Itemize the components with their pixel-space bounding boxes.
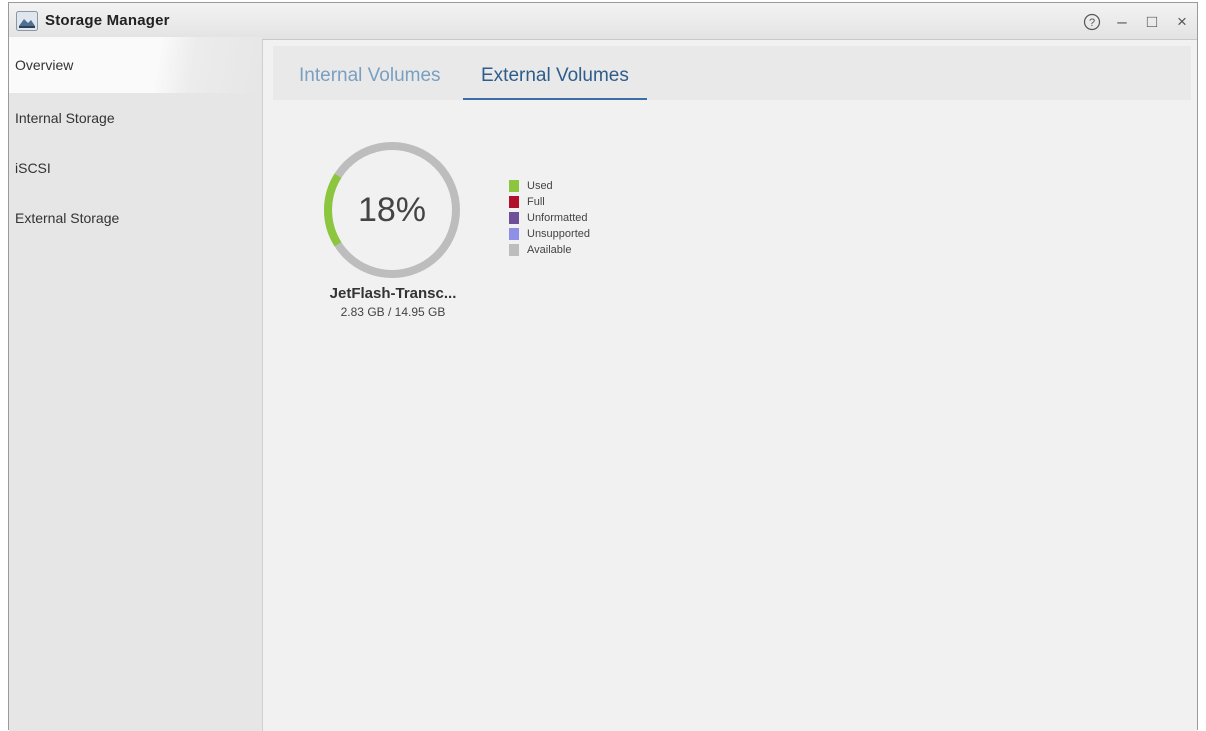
maximize-icon: □ bbox=[1146, 11, 1158, 31]
sidebar-item-label: iSCSI bbox=[15, 160, 51, 176]
tab-internal-volumes[interactable]: Internal Volumes bbox=[285, 46, 455, 100]
legend-swatch bbox=[509, 244, 519, 256]
legend-swatch bbox=[509, 180, 519, 192]
maximize-button[interactable]: □ bbox=[1137, 7, 1167, 37]
sidebar-item-external-storage[interactable]: External Storage bbox=[9, 193, 262, 243]
usage-percent: 18% bbox=[357, 191, 427, 229]
legend-item-unformatted: Unformatted bbox=[509, 211, 590, 225]
legend-label: Unformatted bbox=[527, 212, 588, 224]
title-bar[interactable]: Storage Manager ? – □ × bbox=[9, 3, 1197, 40]
help-button[interactable]: ? bbox=[1077, 7, 1107, 37]
legend-label: Available bbox=[527, 244, 572, 256]
sidebar-item-overview[interactable]: Overview bbox=[9, 37, 262, 93]
volume-tabs: Internal Volumes External Volumes bbox=[273, 46, 1191, 100]
legend-label: Full bbox=[527, 196, 545, 208]
storage-manager-window: Storage Manager ? – □ × Overview Interna… bbox=[8, 2, 1198, 731]
sidebar-item-label: Internal Storage bbox=[15, 110, 115, 126]
legend-item-used: Used bbox=[509, 179, 590, 193]
volume-size: 2.83 GB / 14.95 GB bbox=[340, 305, 446, 319]
close-button[interactable]: × bbox=[1167, 7, 1197, 37]
sidebar-item-internal-storage[interactable]: Internal Storage bbox=[9, 93, 262, 143]
minimize-button[interactable]: – bbox=[1107, 7, 1137, 37]
sidebar-item-label: Overview bbox=[15, 57, 74, 73]
sidebar-item-label: External Storage bbox=[15, 210, 120, 226]
legend-swatch bbox=[509, 228, 519, 240]
help-icon: ? bbox=[1083, 13, 1101, 30]
sidebar: Overview Internal Storage iSCSI External… bbox=[9, 37, 263, 731]
legend-item-available: Available bbox=[509, 243, 590, 257]
legend-item-unsupported: Unsupported bbox=[509, 227, 590, 241]
legend-item-full: Full bbox=[509, 195, 590, 209]
legend-swatch bbox=[509, 212, 519, 224]
legend-label: Used bbox=[527, 180, 553, 192]
window-controls: ? – □ × bbox=[1077, 3, 1197, 40]
legend-label: Unsupported bbox=[527, 228, 590, 240]
window-title: Storage Manager bbox=[45, 12, 170, 29]
tab-external-volumes[interactable]: External Volumes bbox=[463, 46, 647, 100]
main-content: Internal Volumes External Volumes 18% Je… bbox=[263, 40, 1197, 731]
legend-swatch bbox=[509, 196, 519, 208]
close-icon: × bbox=[1177, 11, 1187, 31]
svg-text:?: ? bbox=[1089, 17, 1095, 29]
sidebar-item-iscsi[interactable]: iSCSI bbox=[9, 143, 262, 193]
storage-manager-app-icon bbox=[16, 11, 38, 31]
volume-name: JetFlash-Transc... bbox=[329, 285, 457, 302]
minimize-icon: – bbox=[1117, 11, 1127, 31]
gauge-legend: Used Full Unformatted Unsupported Available bbox=[509, 179, 590, 259]
